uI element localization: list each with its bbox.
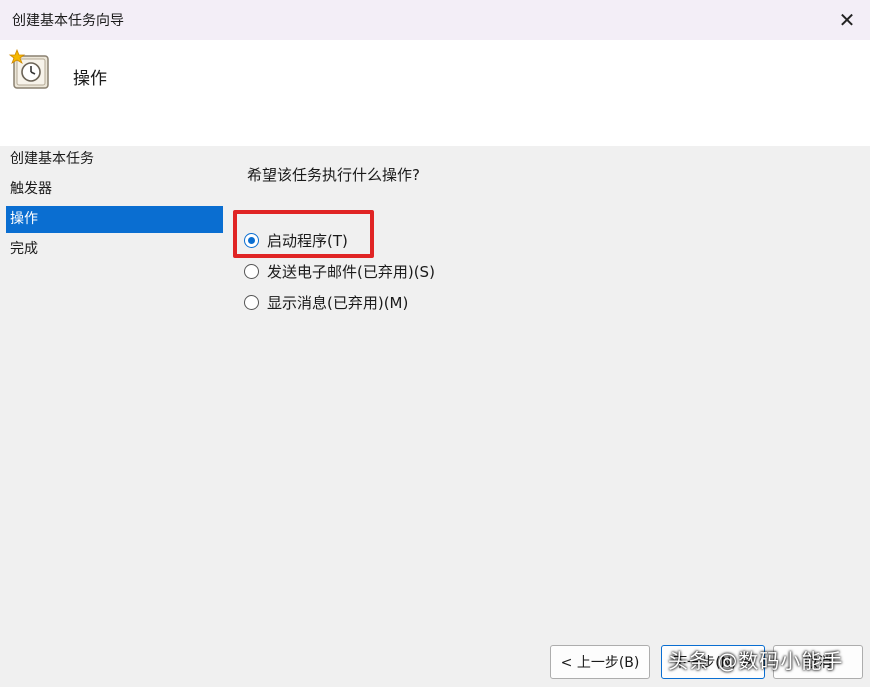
action-question: 希望该任务执行什么操作? [247,166,420,184]
radio-button[interactable] [244,263,259,279]
radio-label: 启动程序(T) [267,231,348,250]
radio-label: 发送电子邮件(已弃用)(S) [267,262,435,281]
sidebar-item-trigger[interactable]: 触发器 [6,176,223,203]
close-button[interactable]: ✕ [824,0,870,40]
sidebar-item-finish[interactable]: 完成 [6,236,223,263]
radio-start-program[interactable]: 启动程序(T) [244,228,348,252]
radio-label: 显示消息(已弃用)(M) [267,293,409,312]
task-wizard-window: 创建基本任务向导 ✕ 操作 创建基本任务 触发器 操作 完成 希望该任务执行什么… [0,0,870,687]
sidebar-item-label: 触发器 [10,181,52,197]
radio-send-email[interactable]: 发送电子邮件(已弃用)(S) [244,259,435,283]
sidebar-item-label: 创建基本任务 [10,151,94,167]
radio-display-message[interactable]: 显示消息(已弃用)(M) [244,290,408,314]
back-button-label: < 上一步(B) [560,655,640,671]
wizard-content: 希望该任务执行什么操作? 启动程序(T) 发送电子邮件(已弃用)(S) 显示消息… [228,146,870,687]
radio-button[interactable] [244,294,259,310]
sidebar-item-label: 完成 [10,241,38,257]
sidebar-item-label: 操作 [10,211,38,227]
sidebar-item-create-basic-task[interactable]: 创建基本任务 [6,146,223,173]
radio-button-checked[interactable] [244,232,259,248]
title-bar: 创建基本任务向导 ✕ [0,0,870,40]
wizard-header: 操作 [0,40,870,146]
watermark: 头条 @数码小能手 [668,649,844,673]
sidebar-item-action[interactable]: 操作 [6,206,223,233]
page-heading: 操作 [73,69,107,89]
wizard-steps-sidebar: 创建基本任务 触发器 操作 完成 [0,146,228,687]
close-icon: ✕ [838,8,856,32]
back-button[interactable]: < 上一步(B) [550,645,650,679]
window-title: 创建基本任务向导 [12,13,124,29]
task-clock-icon [8,48,49,89]
